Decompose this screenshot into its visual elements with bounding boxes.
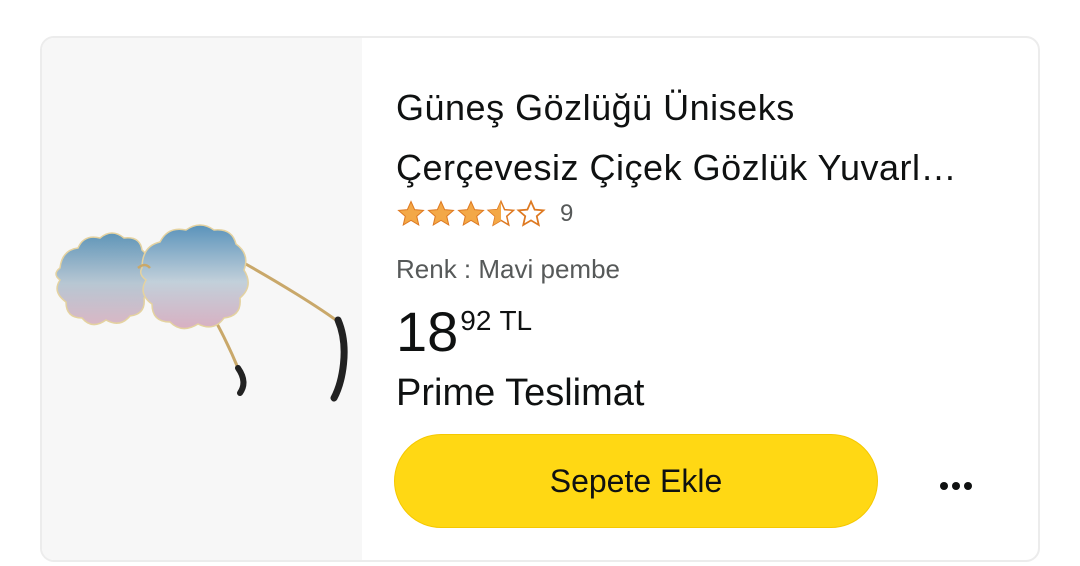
star-empty-icon [516, 199, 546, 227]
product-card[interactable]: Güneş Gözlüğü Üniseks Çerçevesiz Çiçek G… [40, 36, 1040, 562]
rating-stars [396, 199, 546, 229]
add-to-cart-button[interactable]: Sepete Ekle [394, 434, 878, 528]
more-options-icon [940, 482, 948, 490]
sunglasses-icon [55, 224, 348, 402]
more-options-icon [964, 482, 972, 490]
product-title[interactable]: Güneş Gözlüğü Üniseks Çerçevesiz Çiçek G… [396, 78, 1016, 198]
delivery-info: Prime Teslimat [396, 372, 645, 414]
price-whole: 18 [396, 300, 459, 363]
more-options-button[interactable] [922, 466, 990, 506]
price-currency: TL [499, 305, 533, 336]
more-options-icon [952, 482, 960, 490]
rating[interactable]: 9 [396, 196, 573, 232]
price: 18 92 TL [396, 300, 532, 364]
star-full-icon [457, 200, 485, 227]
star-half-icon [486, 199, 516, 227]
variant-color: Renk : Mavi pembe [396, 254, 620, 284]
rating-count: 9 [560, 200, 574, 227]
product-title-line2: Çerçevesiz Çiçek Gözlük Yuvarl… [396, 147, 958, 188]
product-image[interactable] [42, 38, 362, 560]
star-full-icon [397, 200, 425, 227]
price-fraction: 92 [460, 305, 492, 336]
product-title-line1: Güneş Gözlüğü Üniseks [396, 87, 795, 128]
star-full-icon [427, 200, 455, 227]
